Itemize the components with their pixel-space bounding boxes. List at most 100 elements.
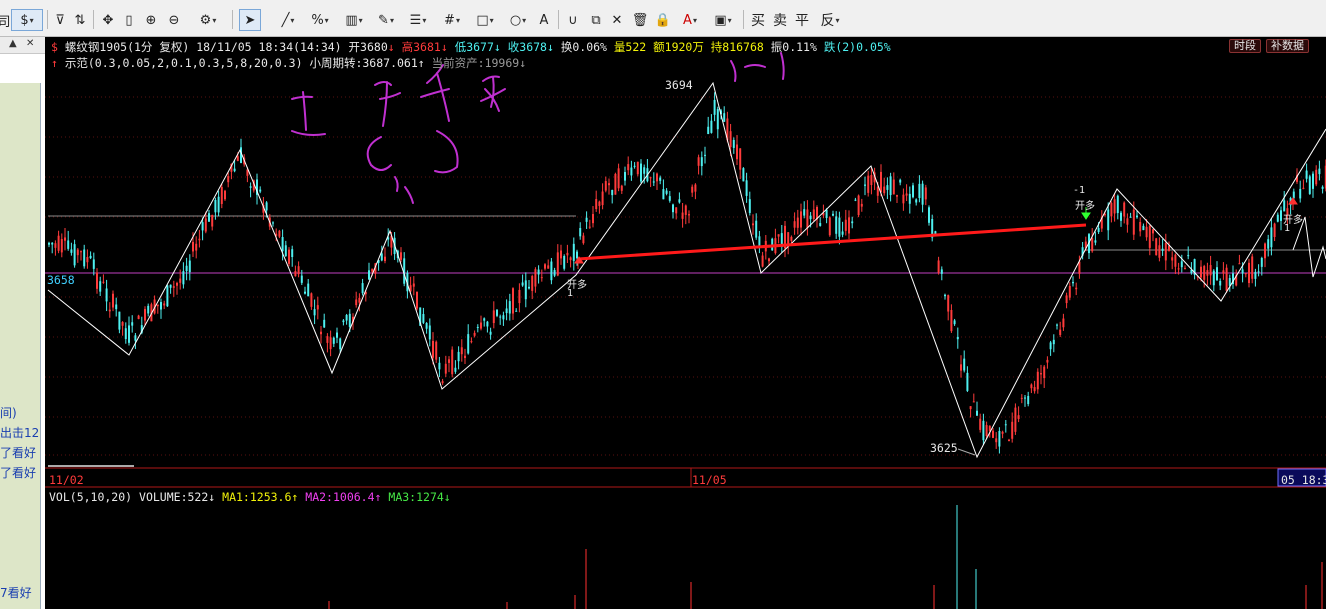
lock-icon[interactable]: 🔒 <box>653 9 673 31</box>
datetime: 18/11/05 18:34(14:34) <box>196 40 342 54</box>
candle-body <box>1046 359 1049 363</box>
sell-button[interactable]: 卖 <box>771 9 789 31</box>
candle-body <box>1209 265 1212 276</box>
candle-body <box>134 335 137 341</box>
candle-body <box>745 180 748 196</box>
candle-body <box>294 270 297 277</box>
candle-body <box>537 269 540 275</box>
candle-body <box>144 309 146 321</box>
buy-button[interactable]: 买 <box>749 9 767 31</box>
close-icon[interactable]: ✕ <box>607 9 627 31</box>
circle-icon[interactable]: ○ <box>504 9 532 31</box>
candle-body <box>259 189 262 192</box>
candle-body <box>809 215 812 220</box>
grid-tool-icon[interactable]: ▥ <box>338 9 370 31</box>
settings-icon[interactable]: ⚙ <box>192 9 224 31</box>
currency-dropdown[interactable]: $ <box>11 9 43 31</box>
list-item[interactable]: 间) <box>0 404 17 421</box>
close-position-button[interactable]: 平 <box>793 9 811 31</box>
candle-body <box>288 249 290 264</box>
save-icon[interactable]: ▣ <box>708 9 738 31</box>
trend-line[interactable] <box>577 223 1087 261</box>
candle-body <box>1113 199 1116 214</box>
period-icon[interactable]: ⇅ <box>70 9 90 31</box>
candle-body <box>588 226 591 228</box>
candle-body <box>1136 215 1138 218</box>
candle-body <box>1302 187 1305 189</box>
pointer-icon[interactable]: ➤ <box>239 9 261 31</box>
candle-icon[interactable]: ▯ <box>119 9 139 31</box>
zoom-in-icon[interactable]: ⊕ <box>141 9 161 31</box>
rectangle-icon[interactable]: □ <box>470 9 500 31</box>
candle-body <box>902 194 905 204</box>
filter-icon[interactable]: ⊽ <box>50 9 70 31</box>
partial-icon[interactable]: 司 <box>0 9 11 31</box>
candle-body <box>883 186 886 194</box>
candle-body <box>595 199 598 210</box>
candle-body <box>608 183 610 186</box>
candle-body <box>908 193 911 204</box>
candle-body <box>99 281 102 292</box>
low-price-label: 3625 <box>930 441 958 455</box>
candle-body <box>889 176 892 196</box>
candle-body <box>1257 271 1260 273</box>
fill-data-button[interactable]: 补数据 <box>1266 39 1309 53</box>
line-tool-icon[interactable]: ╱ <box>272 9 304 31</box>
candle-body <box>864 184 866 186</box>
pin-icon[interactable]: ▲ <box>9 38 17 49</box>
copy-icon[interactable]: ⧉ <box>586 9 606 31</box>
font-color-icon[interactable]: A <box>676 9 704 31</box>
low-price: 低3677 <box>454 40 494 54</box>
candle-body <box>512 288 514 314</box>
candle-body <box>976 410 978 416</box>
candle-body <box>121 322 124 326</box>
candle-body <box>940 269 943 274</box>
pen-tool-icon[interactable]: ✎ <box>372 9 400 31</box>
time-period-button[interactable]: 时段 <box>1229 39 1261 53</box>
fib-tool-icon[interactable]: ☰ <box>404 9 432 31</box>
close-icon[interactable]: ✕ <box>26 38 34 49</box>
candle-body <box>592 214 594 224</box>
candle-body <box>320 331 322 335</box>
delete-icon[interactable]: 🗑 <box>630 9 650 31</box>
candle-body <box>515 310 518 312</box>
left-panel-list: 间) 出击12 了看好 了看好 7看好 <box>0 83 41 609</box>
candle-body <box>176 282 178 286</box>
candle-body <box>601 191 604 206</box>
candle-body <box>630 167 633 176</box>
candle-body <box>457 351 460 362</box>
list-item[interactable]: 出击12 <box>0 424 39 441</box>
candle-body <box>220 187 223 204</box>
candle-body <box>1241 269 1244 274</box>
price-chart[interactable]: $ 螺纹钢1905(1分 复权) 18/11/05 18:34(14:34) 开… <box>45 37 1326 609</box>
high-price-label: 3694 <box>665 78 693 92</box>
zoom-out-icon[interactable]: ⊖ <box>164 9 184 31</box>
percent-icon[interactable]: % <box>306 9 334 31</box>
candle-body <box>492 310 495 324</box>
move-icon[interactable]: ✥ <box>98 9 118 31</box>
candle-body <box>1171 257 1174 261</box>
candle-body <box>310 293 313 307</box>
amount: 额1920万 <box>653 40 704 54</box>
candle-body <box>380 253 383 261</box>
candle-body <box>1097 228 1100 233</box>
volume-value: VOLUME:522 <box>139 490 209 504</box>
candle-body <box>1222 270 1225 274</box>
magnet-icon[interactable]: ∪ <box>563 9 583 31</box>
candle-body <box>950 310 953 332</box>
text-tool-icon[interactable]: A <box>534 9 554 31</box>
candle-body <box>1030 384 1033 389</box>
list-item[interactable]: 了看好 <box>0 444 36 461</box>
close-price: 收3678 <box>507 40 547 54</box>
contract-name: 螺纹钢1905(1分 复权) <box>64 40 190 54</box>
reverse-button[interactable]: 反 <box>815 9 845 31</box>
candle-body <box>870 175 873 186</box>
candle-body <box>182 271 185 285</box>
candle-body <box>57 235 60 251</box>
candle-body <box>579 228 582 237</box>
list-item[interactable]: 了看好 <box>0 464 36 481</box>
candle-body <box>832 213 834 216</box>
list-item[interactable]: 7看好 <box>0 584 32 601</box>
candle-body <box>1126 218 1129 225</box>
hash-icon[interactable]: # <box>438 9 466 31</box>
